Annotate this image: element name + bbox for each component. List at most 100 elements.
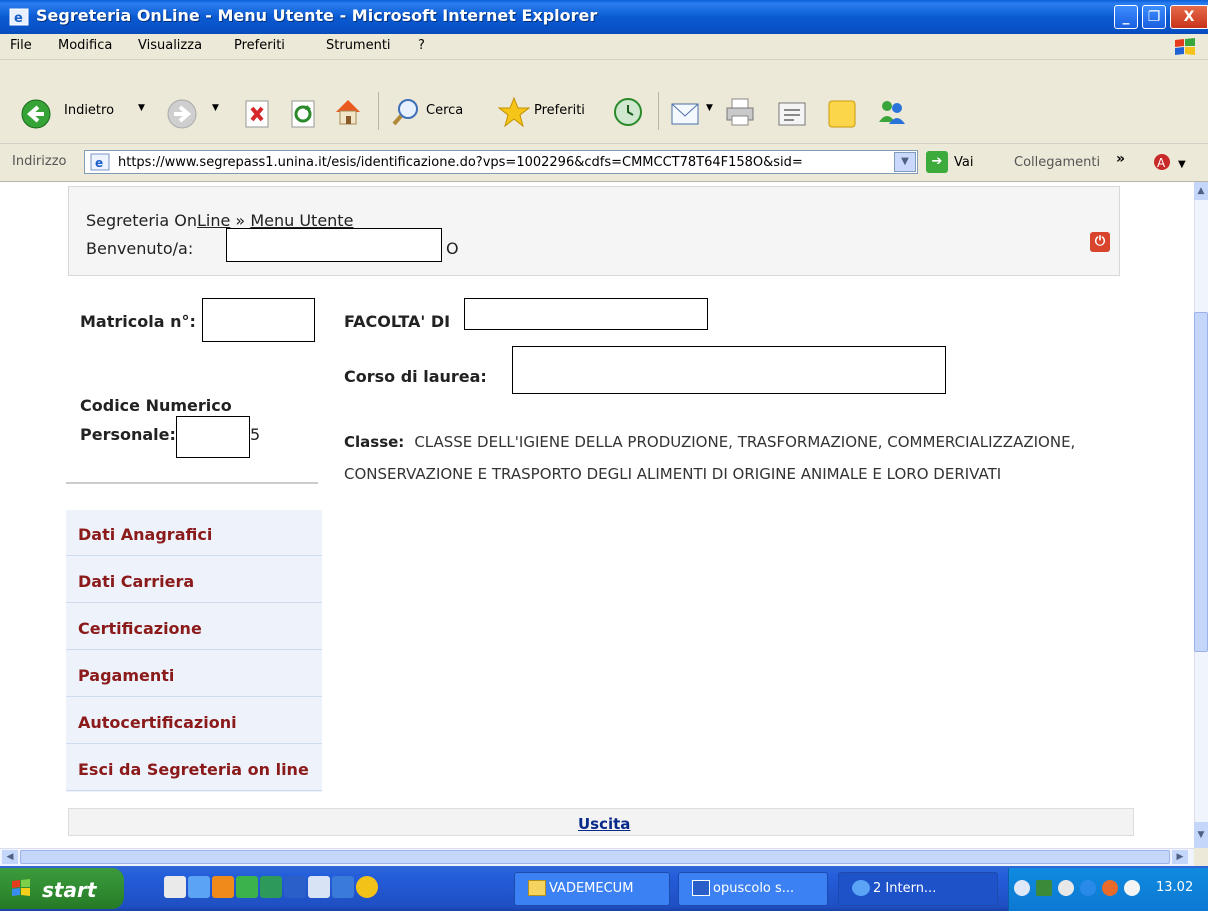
svg-text:▼: ▼ <box>1178 159 1186 170</box>
antivirus-icon[interactable] <box>1080 880 1096 896</box>
forward-arrow-icon[interactable] <box>166 98 198 130</box>
scroll-down-icon[interactable]: ▼ <box>1194 822 1208 848</box>
classe-label: Classe: <box>344 433 405 451</box>
discuss-note-icon[interactable] <box>826 98 858 130</box>
favorites-button[interactable]: Preferiti <box>534 103 585 118</box>
audio-icon[interactable] <box>1058 880 1074 896</box>
quicklaunch-unina-icon[interactable] <box>308 876 330 898</box>
exit-link[interactable]: Uscita <box>578 815 630 833</box>
menu-help[interactable]: ? <box>418 38 425 53</box>
menu-strumenti[interactable]: Strumenti <box>326 38 391 53</box>
network-icon[interactable] <box>1036 880 1052 896</box>
windows-logo-icon <box>1175 38 1195 55</box>
go-button[interactable]: Vai <box>954 155 973 170</box>
cnp-label-line2: Personale: <box>80 425 176 444</box>
start-label[interactable]: start <box>42 878 96 902</box>
menu-file[interactable]: File <box>10 38 32 53</box>
nav-label[interactable]: Certificazione <box>78 619 202 638</box>
svg-text:A: A <box>1157 156 1166 170</box>
go-arrow-icon[interactable]: ➔ <box>926 151 948 173</box>
internet-explorer-icon <box>852 880 870 896</box>
welcome-label: Benvenuto/a: <box>86 239 194 258</box>
edit-icon[interactable] <box>776 98 808 130</box>
home-icon[interactable] <box>332 96 364 128</box>
links-label[interactable]: Collegamenti <box>1014 155 1100 170</box>
redacted-cnp <box>176 416 250 458</box>
welcome-suffix: O <box>446 239 459 258</box>
nav-label[interactable]: Pagamenti <box>78 666 174 685</box>
quicklaunch-desktop-icon[interactable] <box>164 876 186 898</box>
redacted-username <box>226 228 442 262</box>
nav-label[interactable]: Dati Carriera <box>78 572 194 591</box>
scroll-corner <box>1194 848 1208 866</box>
clock: 13.02 <box>1156 880 1194 895</box>
nav-label[interactable]: Esci da Segreteria on line <box>78 760 309 779</box>
back-arrow-icon[interactable] <box>20 98 52 130</box>
folder-icon <box>528 880 546 896</box>
redacted-facolta <box>464 298 708 330</box>
window-title: Segreteria OnLine - Menu Utente - Micros… <box>36 6 598 25</box>
facolta-label: FACOLTA' DI <box>344 312 451 331</box>
chevron-right-icon[interactable]: » <box>1116 151 1125 167</box>
internet-explorer-icon: e <box>9 8 29 26</box>
history-icon[interactable] <box>612 96 644 128</box>
minimize-button[interactable]: _ <box>1114 5 1138 29</box>
quicklaunch-vlc-icon[interactable] <box>212 876 234 898</box>
menu-visualizza[interactable]: Visualizza <box>138 38 202 53</box>
quicklaunch-excel-icon[interactable] <box>260 876 282 898</box>
svg-text:e: e <box>95 156 103 170</box>
quicklaunch-player-icon[interactable] <box>356 876 378 898</box>
stop-icon[interactable] <box>242 98 274 130</box>
sync-icon[interactable] <box>1102 880 1118 896</box>
quicklaunch-word-icon[interactable] <box>284 876 306 898</box>
refresh-icon[interactable] <box>288 98 320 130</box>
menu-preferiti[interactable]: Preferiti <box>234 38 285 53</box>
search-icon[interactable] <box>390 96 422 128</box>
scroll-left-icon[interactable]: ◀ <box>2 850 18 864</box>
back-dropdown-icon[interactable]: ▼ <box>138 103 145 113</box>
breadcrumb-root: Segreteria On <box>86 211 197 230</box>
tray-expand-icon[interactable] <box>1014 880 1030 896</box>
cnp-label: Codice Numerico <box>80 396 232 415</box>
redacted-matricola <box>202 298 315 342</box>
nav-label[interactable]: Dati Anagrafici <box>78 525 212 544</box>
redacted-corso <box>512 346 946 394</box>
scroll-up-icon[interactable]: ▲ <box>1194 182 1208 200</box>
search-button[interactable]: Cerca <box>426 103 463 118</box>
nav-label[interactable]: Autocertificazioni <box>78 713 237 732</box>
forward-dropdown-icon[interactable]: ▼ <box>212 103 219 113</box>
divider <box>66 482 318 484</box>
quicklaunch-app-icon[interactable] <box>236 876 258 898</box>
close-button[interactable]: X <box>1170 5 1208 29</box>
mail-icon[interactable] <box>670 98 702 130</box>
messenger-icon[interactable] <box>876 96 908 128</box>
toolbar-separator <box>378 92 379 130</box>
windows-flag-icon <box>12 879 30 896</box>
address-label: Indirizzo <box>12 154 67 169</box>
page-icon: e <box>90 153 110 171</box>
address-url[interactable]: https://www.segrepass1.unina.it/esis/ide… <box>118 155 888 170</box>
mail-dropdown-icon[interactable]: ▼ <box>706 103 713 113</box>
favorites-star-icon[interactable] <box>498 96 530 128</box>
scroll-right-icon[interactable]: ▶ <box>1172 850 1188 864</box>
menu-modifica[interactable]: Modifica <box>58 38 112 53</box>
classe-value: CLASSE DELL'IGIENE DELLA PRODUZIONE, TRA… <box>344 433 1076 483</box>
svg-text:e: e <box>14 11 23 26</box>
quicklaunch-ie-icon[interactable] <box>188 876 210 898</box>
toolbar-separator <box>658 92 659 130</box>
back-button[interactable]: Indietro <box>64 103 114 118</box>
mouse-icon[interactable] <box>1124 880 1140 896</box>
cnp-suffix: 5 <box>250 425 261 444</box>
corso-label: Corso di laurea: <box>344 367 487 386</box>
power-icon[interactable]: ⏻ <box>1090 232 1110 252</box>
maximize-button[interactable]: ❐ <box>1142 5 1166 29</box>
matricola-label: Matricola n°: <box>80 312 196 331</box>
translate-icon[interactable]: A ▼ <box>1150 150 1192 174</box>
word-document-icon <box>692 880 710 896</box>
classe-info: Classe: CLASSE DELL'IGIENE DELLA PRODUZIO… <box>344 426 1114 490</box>
horizontal-scroll-thumb[interactable] <box>20 850 1170 864</box>
quicklaunch-media-icon[interactable] <box>332 876 354 898</box>
chevron-down-icon[interactable]: ▼ <box>894 152 916 172</box>
vertical-scroll-thumb[interactable] <box>1194 312 1208 652</box>
print-icon[interactable] <box>724 96 756 128</box>
